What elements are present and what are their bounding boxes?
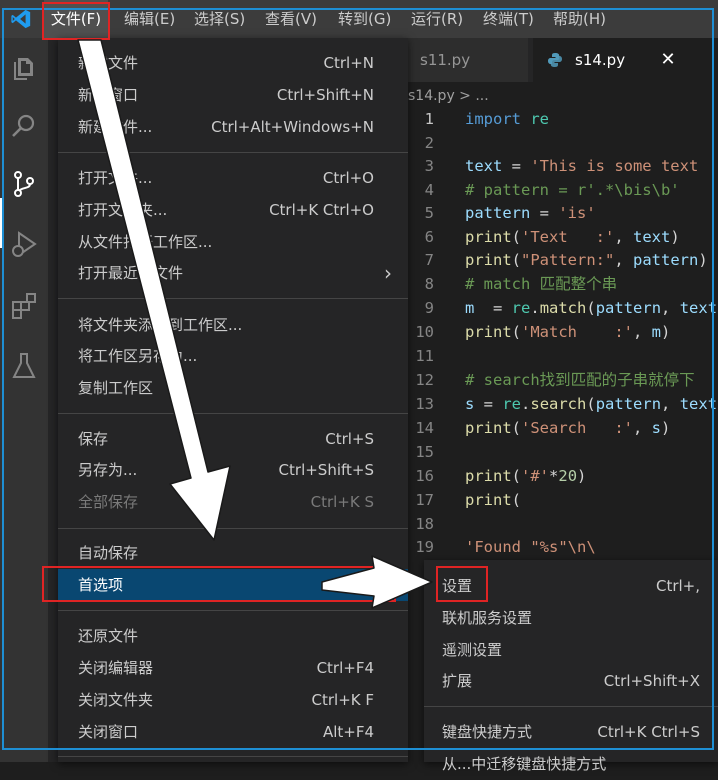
menu-separator — [58, 756, 408, 757]
settings-highlight-annotation — [436, 566, 488, 602]
window-outline-annotation — [2, 8, 714, 750]
submenu-item-migrate-keyboard-shortcuts[interactable]: 从...中迁移键盘快捷方式 — [424, 748, 718, 780]
preferences-highlight-annotation — [42, 566, 396, 602]
file-menu-highlight-annotation — [42, 2, 110, 40]
